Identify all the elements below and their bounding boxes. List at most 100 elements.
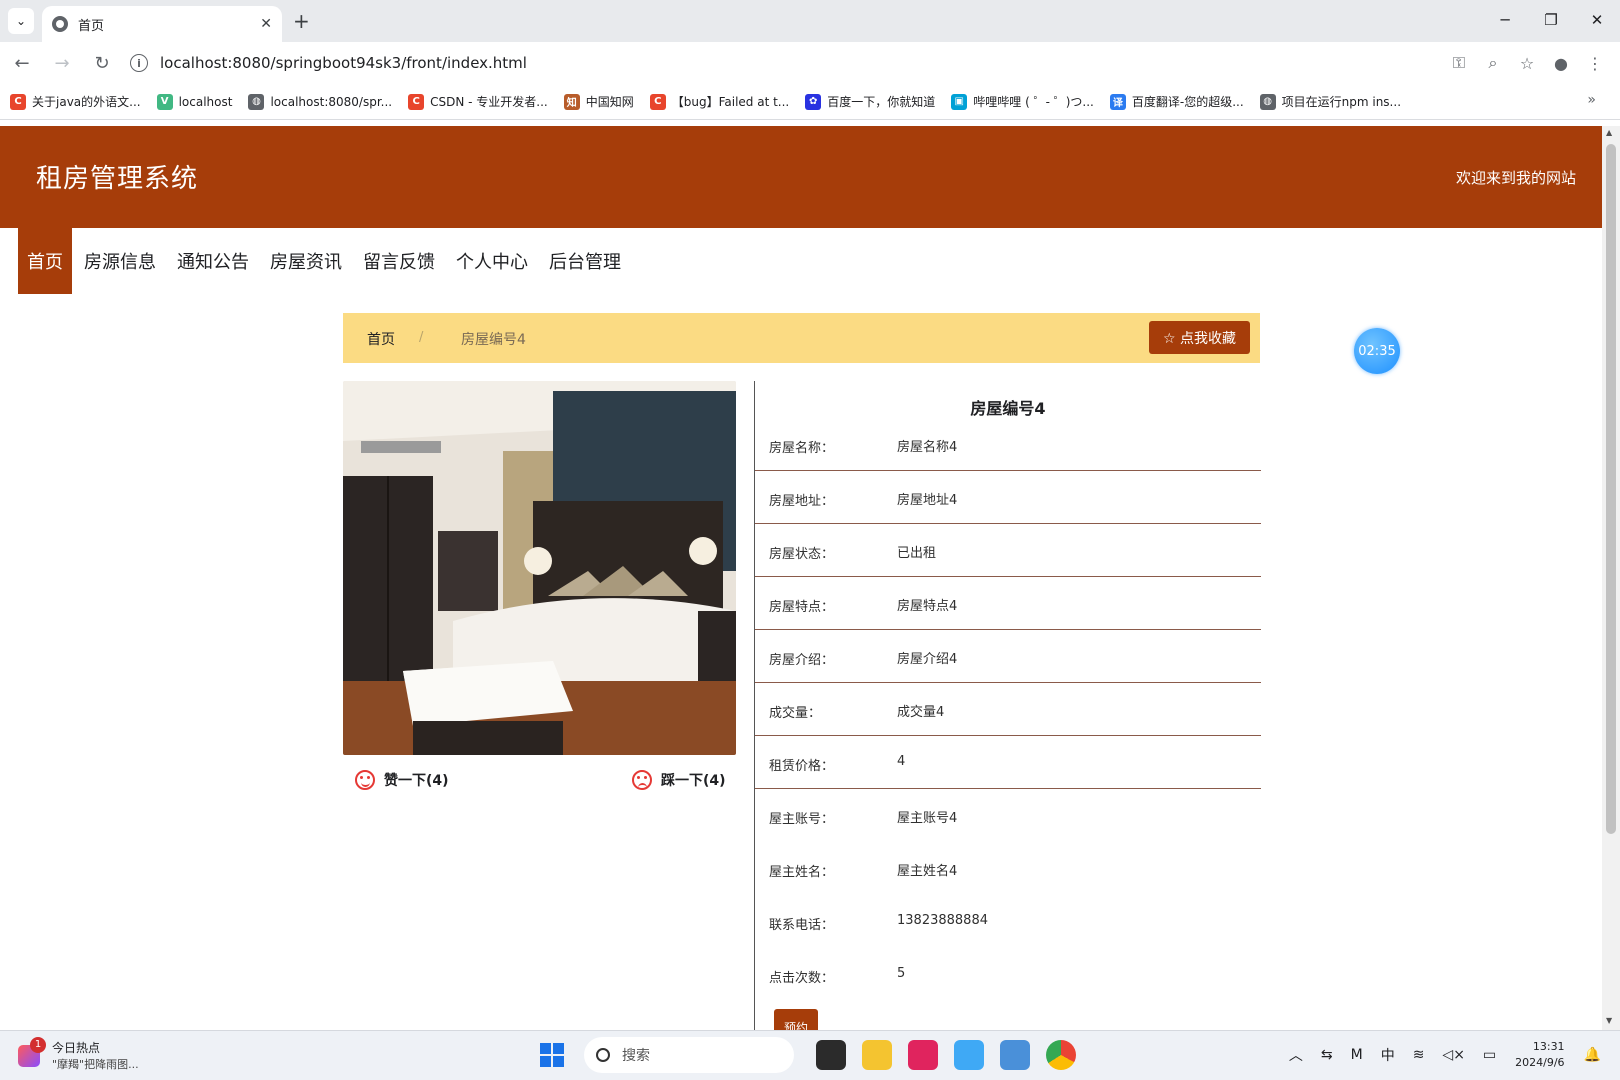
bookmark-item[interactable]: 译百度翻译-您的超级... — [1109, 93, 1244, 110]
nav-item[interactable]: 通知公告 — [168, 228, 258, 294]
detail-value: 房屋名称4 — [897, 440, 958, 455]
ime-label[interactable]: 中 — [1381, 1045, 1395, 1065]
nav-item[interactable]: 后台管理 — [540, 228, 630, 294]
forward-icon[interactable]: → — [44, 45, 80, 81]
tab-close-icon[interactable]: ✕ — [260, 16, 272, 32]
bookmark-favicon-icon: V — [156, 93, 173, 110]
globe-icon — [52, 16, 68, 32]
bookmark-favicon-icon: ◍ — [1259, 93, 1276, 110]
house-detail-panel: 房屋编号4 预约 房屋名称： 房屋名称4 房屋地址： 房屋地址4 房屋状态： 已出租 房屋特… — [754, 381, 1261, 1030]
new-tab-icon[interactable]: + — [293, 9, 310, 33]
bookmark-item[interactable]: C 【bug】Failed at t... — [649, 93, 789, 110]
chrome-icon[interactable] — [1046, 1040, 1076, 1070]
nav-item[interactable]: 首页 — [18, 228, 72, 294]
page-scrollbar[interactable]: ▲ ▼ — [1602, 126, 1620, 1030]
nav-item[interactable]: 留言反馈 — [354, 228, 444, 294]
detail-key: 屋主姓名： — [769, 865, 835, 880]
file-explorer-icon[interactable] — [862, 1040, 892, 1070]
nav-item[interactable]: 房屋资讯 — [261, 228, 351, 294]
favorite-button[interactable]: ☆ 点我收藏 — [1149, 321, 1250, 354]
more-bookmarks-icon[interactable]: » — [1587, 92, 1596, 108]
windows-start-icon[interactable] — [540, 1043, 564, 1067]
detail-value: 屋主姓名4 — [897, 864, 958, 879]
show-hidden-icon[interactable]: ︿ — [1289, 1045, 1303, 1065]
tab-search-icon[interactable]: ⌄ — [8, 8, 34, 34]
url-text[interactable]: localhost:8080/springboot94sk3/front/ind… — [160, 54, 527, 72]
bookmark-item[interactable]: C CSDN - 专业开发者... — [408, 93, 548, 110]
smile-icon — [355, 770, 375, 790]
detail-value: 已出租 — [897, 546, 937, 561]
notepad-icon[interactable] — [1000, 1040, 1030, 1070]
taskbar-search[interactable]: 搜索 — [584, 1037, 794, 1073]
bookmark-favicon-icon: C — [408, 93, 425, 110]
close-window-icon[interactable]: ✕ — [1574, 0, 1620, 40]
news-title: 今日热点 — [52, 1041, 101, 1055]
restore-icon[interactable]: ❐ — [1528, 0, 1574, 40]
like-label: 赞一下(4) — [384, 773, 449, 789]
menu-icon[interactable]: ⋮ — [1578, 48, 1612, 78]
bookmark-label: localhost — [178, 94, 233, 109]
detail-key: 房屋特点： — [769, 600, 835, 615]
news-widget[interactable]: 1 今日热点 "摩羯"把降雨图... — [18, 1036, 139, 1072]
detail-row: 房屋状态： 已出租 — [755, 524, 1261, 577]
wifi-icon[interactable]: ≋ — [1413, 1047, 1425, 1063]
bookmark-label: localhost:8080/spr... — [270, 94, 393, 109]
bookmark-label: 中国知网 — [585, 95, 634, 109]
book-button[interactable]: 预约 — [774, 1009, 818, 1030]
bookmark-label: 百度一下，你就知道 — [827, 95, 936, 109]
breadcrumb-current: 房屋编号4 — [461, 332, 526, 348]
bookmark-star-icon[interactable]: ☆ — [1510, 48, 1544, 78]
minimize-icon[interactable]: ─ — [1482, 0, 1528, 40]
reload-icon[interactable]: ↻ — [84, 45, 120, 81]
bookmark-item[interactable]: C 关于java的外语文... — [10, 93, 141, 110]
search-icon — [596, 1048, 610, 1062]
bedroom-image — [343, 381, 736, 755]
bookmark-item[interactable]: Vlocalhost — [156, 93, 233, 110]
breadcrumb-separator: / — [419, 330, 424, 345]
bookmark-label: 项目在运行npm ins... — [1281, 95, 1402, 109]
password-key-icon[interactable]: ⚿ — [1442, 48, 1476, 78]
battery-icon[interactable]: ▭ — [1483, 1047, 1496, 1063]
detail-value: 成交量4 — [897, 705, 945, 720]
bookmark-item[interactable]: 知中国知网 — [563, 93, 634, 110]
detail-row: 联系电话： 13823888884 — [755, 895, 1261, 948]
task-view-icon[interactable] — [816, 1040, 846, 1070]
notification-bell-icon[interactable]: 🔔 — [1584, 1047, 1601, 1063]
scroll-thumb[interactable] — [1606, 144, 1616, 834]
detail-value: 4 — [897, 754, 906, 769]
dislike-button[interactable]: 踩一下(4) — [632, 770, 726, 790]
breadcrumb-home[interactable]: 首页 — [367, 329, 395, 349]
browser-tab[interactable]: 首页 ✕ — [42, 6, 282, 42]
bookmark-item[interactable]: ▣ 哔哩哔哩 ( ゜- ゜)つ... — [951, 93, 1094, 110]
browser-tab-strip: ⌄ 首页 ✕ + ─ ❐ ✕ — [0, 0, 1620, 42]
back-icon[interactable]: ← — [4, 45, 40, 81]
bookmark-item[interactable]: ◍ 项目在运行npm ins... — [1259, 93, 1402, 110]
profile-icon[interactable]: ● — [1544, 48, 1578, 78]
settings-icon[interactable]: ⇆ — [1321, 1047, 1333, 1063]
volume-muted-icon[interactable]: ◁× — [1442, 1047, 1465, 1063]
bookmark-label: 关于java的外语文... — [32, 95, 141, 109]
frown-icon — [632, 770, 652, 790]
nav-item[interactable]: 房源信息 — [75, 228, 165, 294]
address-bar[interactable]: i localhost:8080/springboot94sk3/front/i… — [130, 46, 1410, 80]
nav-item[interactable]: 个人中心 — [447, 228, 537, 294]
browser-toolbar: ← → ↻ i localhost:8080/springboot94sk3/f… — [0, 42, 1620, 84]
clock[interactable]: 13:31 2024/9/6 — [1515, 1039, 1564, 1071]
site-info-icon[interactable]: i — [130, 54, 148, 72]
bookmark-item[interactable]: ✿ 百度一下，你就知道 — [805, 93, 935, 110]
edge-icon[interactable] — [954, 1040, 984, 1070]
news-icon: 1 — [18, 1036, 46, 1067]
scroll-up-icon[interactable]: ▲ — [1606, 128, 1612, 137]
like-button[interactable]: 赞一下(4) — [355, 770, 449, 790]
bookmark-item[interactable]: ◍ localhost:8080/spr... — [248, 93, 393, 110]
detail-key: 成交量： — [769, 706, 822, 721]
scroll-down-icon[interactable]: ▼ — [1606, 1016, 1612, 1025]
input-method-icon[interactable]: M — [1351, 1047, 1363, 1063]
bookmarks-bar: C 关于java的外语文... Vlocalhost ◍ localhost:8080/… — [0, 84, 1620, 120]
detail-value: 5 — [897, 966, 906, 981]
bookmark-favicon-icon: ✿ — [805, 93, 822, 110]
intellij-icon[interactable] — [908, 1040, 938, 1070]
window-controls: ─ ❐ ✕ — [1482, 0, 1620, 40]
zoom-icon[interactable]: ⌕ — [1476, 48, 1510, 78]
house-title: 房屋编号4 — [970, 399, 1046, 418]
